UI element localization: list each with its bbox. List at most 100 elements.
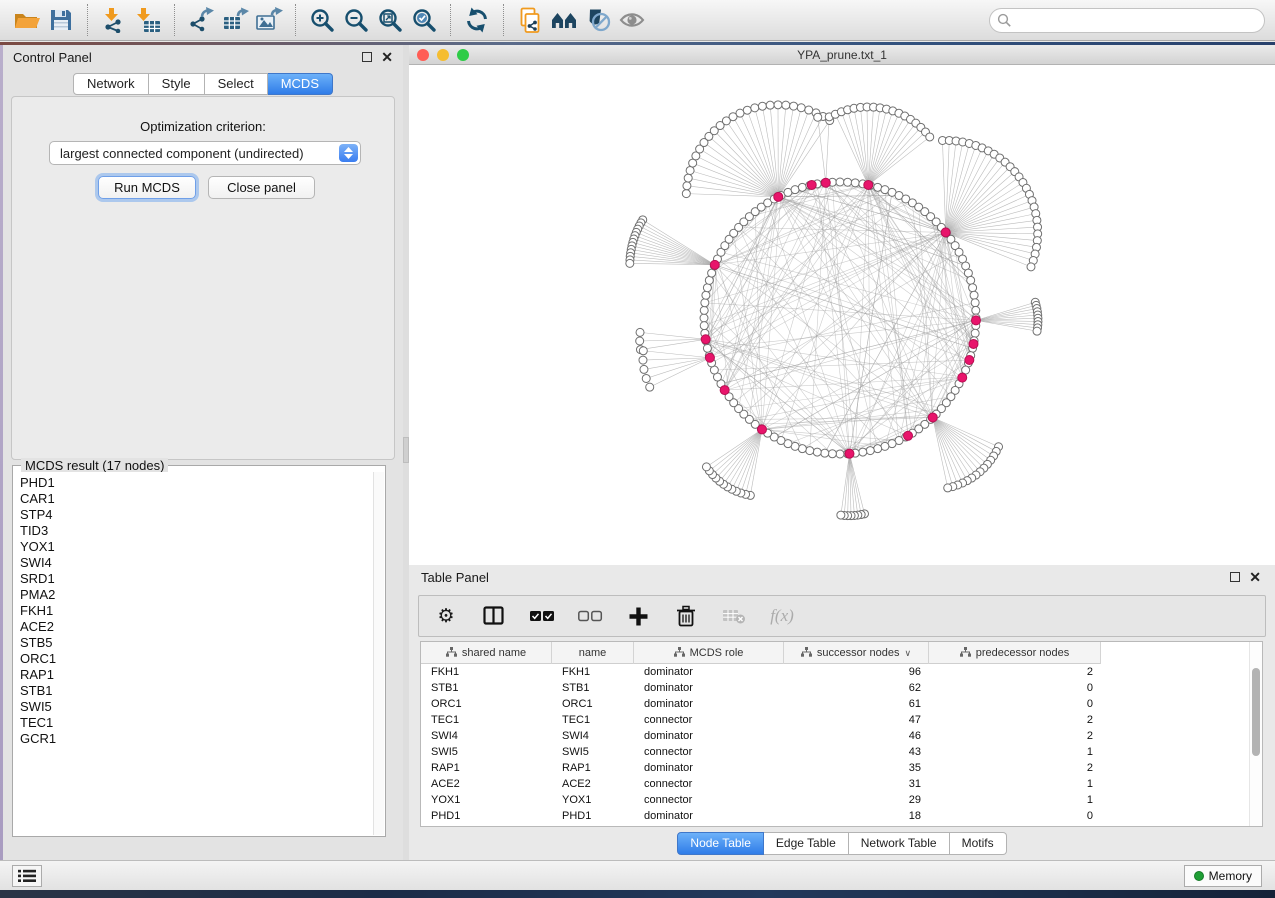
delete-row-icon[interactable] — [673, 603, 699, 629]
network-canvas[interactable] — [409, 65, 1275, 564]
mcds-hub-node[interactable] — [821, 178, 830, 187]
network-node[interactable] — [969, 284, 977, 292]
mcds-hub-node[interactable] — [807, 180, 816, 189]
cell-successor-nodes[interactable]: 29 — [784, 792, 929, 808]
network-node[interactable] — [836, 178, 844, 186]
cell-MCDS-role[interactable]: dominator — [634, 808, 784, 824]
mcds-result-item[interactable]: SWI4 — [20, 555, 373, 571]
network-node[interactable] — [702, 463, 710, 471]
zoom-out-icon[interactable] — [339, 4, 373, 36]
cell-predecessor-nodes[interactable]: 0 — [929, 808, 1101, 824]
cell-shared-name[interactable]: SWI5 — [421, 744, 552, 760]
network-node[interactable] — [743, 106, 751, 114]
table-row[interactable]: ORC1ORC1dominator610 — [421, 696, 1262, 712]
mcds-result-item[interactable]: YOX1 — [20, 539, 373, 555]
network-node[interactable] — [702, 291, 710, 299]
mcds-result-item[interactable]: SRD1 — [20, 571, 373, 587]
tab-select[interactable]: Select — [205, 73, 268, 95]
mcds-result-item[interactable]: PHD1 — [20, 475, 373, 491]
zoom-fit-icon[interactable] — [373, 4, 407, 36]
network-node[interactable] — [701, 299, 709, 307]
network-node[interactable] — [837, 511, 845, 519]
cell-MCDS-role[interactable]: dominator — [634, 728, 784, 744]
mcds-result-item[interactable]: RAP1 — [20, 667, 373, 683]
network-window-titlebar[interactable]: YPA_prune.txt_1 — [409, 45, 1275, 65]
network-node[interactable] — [682, 190, 690, 198]
network-node[interactable] — [798, 183, 806, 191]
network-node[interactable] — [851, 179, 859, 187]
deselect-all-icon[interactable] — [577, 603, 603, 629]
network-node[interactable] — [774, 101, 782, 109]
cell-successor-nodes[interactable]: 61 — [784, 696, 929, 712]
mcds-hub-node[interactable] — [720, 386, 729, 395]
mcds-result-item[interactable]: SWI5 — [20, 699, 373, 715]
mcds-hub-node[interactable] — [941, 228, 950, 237]
cell-predecessor-nodes[interactable]: 0 — [929, 696, 1101, 712]
hide-style-icon[interactable] — [581, 4, 615, 36]
memory-button[interactable]: Memory — [1184, 865, 1262, 887]
mcds-result-item[interactable]: ORC1 — [20, 651, 373, 667]
mcds-hub-node[interactable] — [705, 353, 714, 362]
float-panel-icon[interactable] — [1230, 572, 1240, 582]
network-node[interactable] — [700, 322, 708, 330]
table-options-icon[interactable]: ⚙ — [433, 603, 459, 629]
tab-network-table[interactable]: Network Table — [849, 832, 950, 855]
cell-MCDS-role[interactable]: connector — [634, 712, 784, 728]
mcds-result-item[interactable]: PMA2 — [20, 587, 373, 603]
clone-network-icon[interactable] — [513, 4, 547, 36]
network-node[interactable] — [636, 337, 644, 345]
network-node[interactable] — [782, 101, 790, 109]
cell-successor-nodes[interactable]: 47 — [784, 712, 929, 728]
network-node[interactable] — [751, 104, 759, 112]
network-node[interactable] — [703, 344, 711, 352]
tab-motifs[interactable]: Motifs — [950, 832, 1007, 855]
network-node[interactable] — [971, 299, 979, 307]
mcds-hub-node[interactable] — [845, 449, 854, 458]
run-mcds-button[interactable]: Run MCDS — [98, 176, 196, 199]
add-row-icon[interactable] — [625, 603, 651, 629]
mcds-hub-node[interactable] — [928, 413, 937, 422]
network-node[interactable] — [971, 329, 979, 337]
cell-MCDS-role[interactable]: dominator — [634, 664, 784, 680]
cell-name[interactable]: STB1 — [552, 680, 634, 696]
mcds-hub-node[interactable] — [971, 316, 980, 325]
task-history-button[interactable] — [12, 865, 42, 887]
network-node[interactable] — [626, 259, 634, 267]
network-node[interactable] — [821, 449, 829, 457]
network-node[interactable] — [684, 174, 692, 182]
network-node[interactable] — [639, 356, 647, 364]
save-session-icon[interactable] — [44, 4, 78, 36]
mcds-hub-node[interactable] — [904, 431, 913, 440]
cell-successor-nodes[interactable]: 96 — [784, 664, 929, 680]
column-header-name[interactable]: name — [552, 642, 634, 664]
cell-predecessor-nodes[interactable]: 2 — [929, 664, 1101, 680]
cell-shared-name[interactable]: ORC1 — [421, 696, 552, 712]
zoom-in-icon[interactable] — [305, 4, 339, 36]
cell-MCDS-role[interactable]: dominator — [634, 696, 784, 712]
column-header-successor-nodes[interactable]: successor nodes∨ — [784, 642, 929, 664]
cell-name[interactable]: PHD1 — [552, 808, 634, 824]
export-network-icon[interactable] — [184, 4, 218, 36]
search-input[interactable] — [989, 8, 1265, 33]
network-node[interactable] — [859, 448, 867, 456]
network-node[interactable] — [700, 306, 708, 314]
mcds-hub-node[interactable] — [701, 335, 710, 344]
cell-name[interactable]: TEC1 — [552, 712, 634, 728]
mcds-hub-node[interactable] — [958, 373, 967, 382]
network-node[interactable] — [683, 182, 691, 190]
tab-network[interactable]: Network — [73, 73, 149, 95]
cell-MCDS-role[interactable]: dominator — [634, 760, 784, 776]
cell-predecessor-nodes[interactable]: 0 — [929, 680, 1101, 696]
network-node[interactable] — [642, 374, 650, 382]
mcds-result-list[interactable]: PHD1CAR1STP4TID3YOX1SWI4SRD1PMA2FKH1ACE2… — [14, 472, 373, 835]
tab-node-table[interactable]: Node Table — [677, 832, 764, 855]
table-row[interactable]: SWI5SWI5connector431 — [421, 744, 1262, 760]
cell-name[interactable]: SWI4 — [552, 728, 634, 744]
cell-successor-nodes[interactable]: 18 — [784, 808, 929, 824]
network-node[interactable] — [790, 102, 798, 110]
table-row[interactable]: ACE2ACE2connector311 — [421, 776, 1262, 792]
cell-predecessor-nodes[interactable]: 1 — [929, 776, 1101, 792]
table-row[interactable]: STB1STB1dominator620 — [421, 680, 1262, 696]
network-node[interactable] — [766, 101, 774, 109]
cell-successor-nodes[interactable]: 46 — [784, 728, 929, 744]
